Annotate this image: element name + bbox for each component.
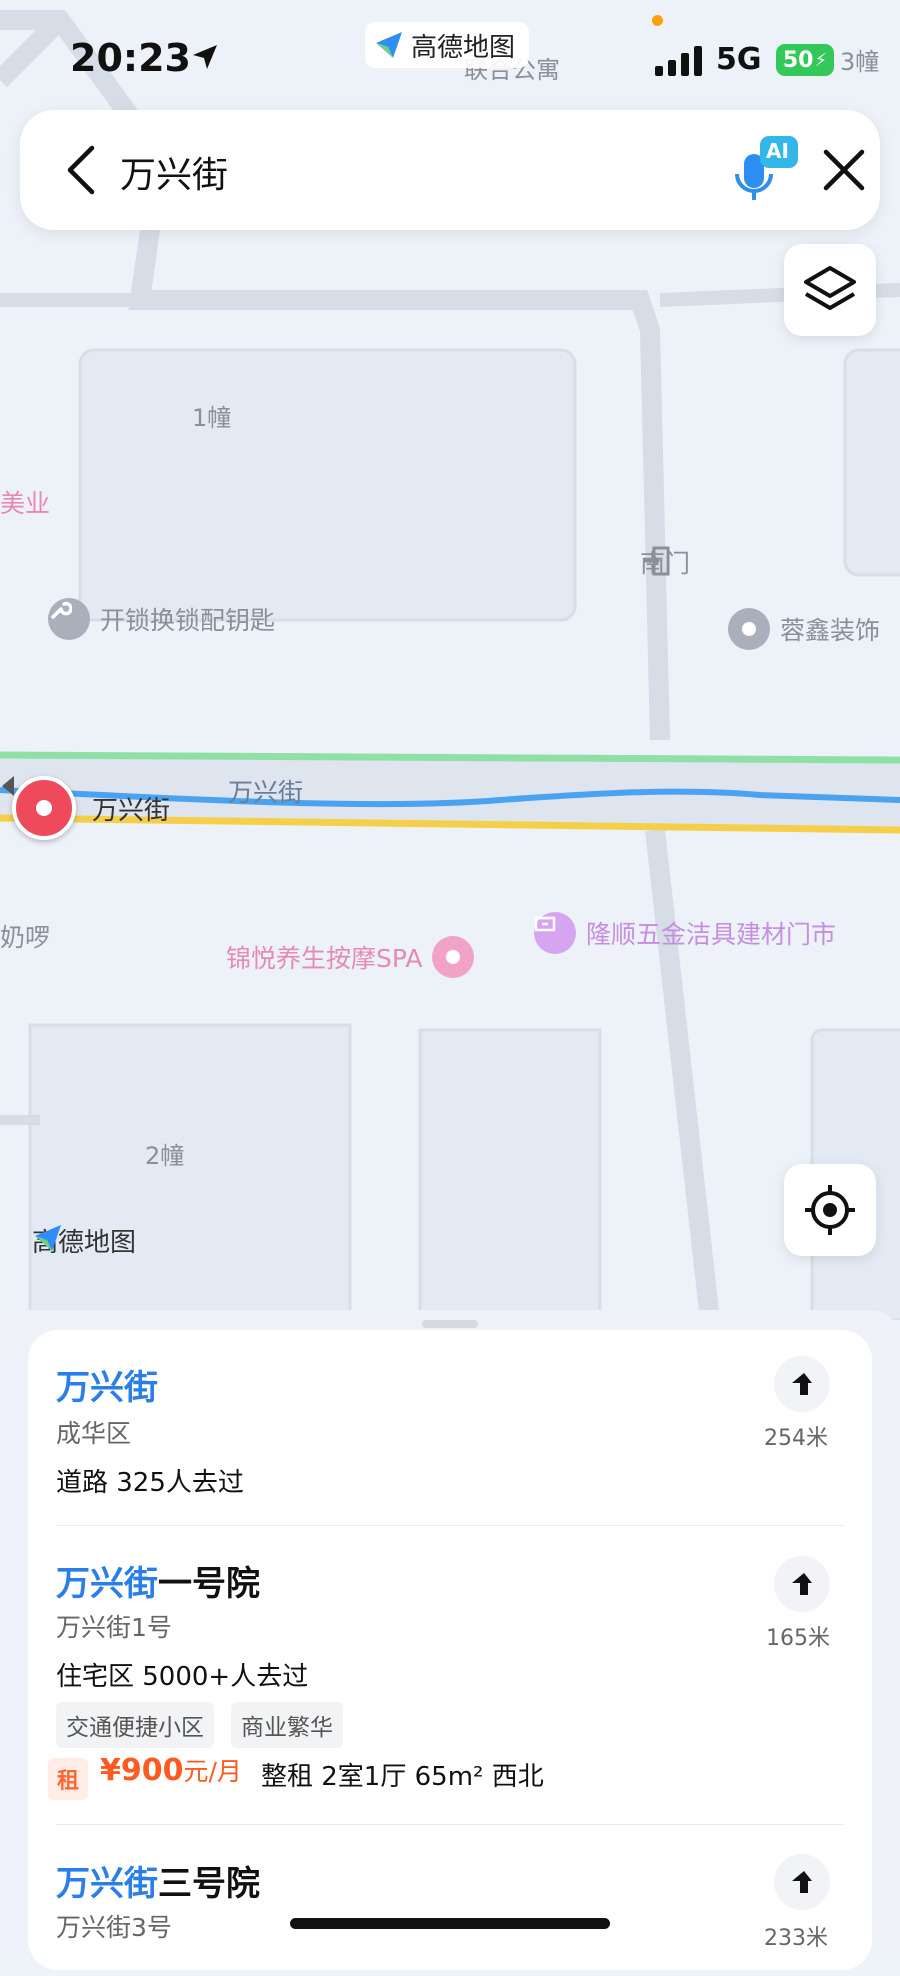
- shop-icon: [534, 912, 576, 954]
- app-indicator-pill[interactable]: 高德地图: [365, 22, 530, 68]
- wrench-icon: [48, 598, 90, 640]
- map-poi-hardware-label: 隆顺五金洁具建材门市: [586, 920, 837, 949]
- map-poi-spa[interactable]: 锦悦养生按摩SPA: [226, 936, 475, 978]
- map-label-building-2: 2幢: [145, 1142, 185, 1170]
- result-meta: 住宅区 5000+人去过: [56, 1662, 309, 1692]
- app-indicator-label: 高德地图: [411, 32, 516, 63]
- divider: [56, 1824, 844, 1825]
- door-icon: [644, 546, 670, 576]
- search-query[interactable]: 万兴街: [120, 146, 228, 198]
- charging-icon: ⚡: [814, 49, 828, 71]
- map-poi-beauty[interactable]: 美业: [0, 484, 50, 520]
- map-poi-decoration[interactable]: 蓉鑫装饰: [728, 608, 880, 650]
- location-pin-icon: [12, 776, 76, 840]
- amap-logo-icon: [376, 32, 402, 58]
- result-title: 万兴街一号院: [56, 1564, 260, 1604]
- result-district: 成华区: [56, 1419, 132, 1448]
- battery-level: 50: [782, 47, 814, 73]
- layers-icon: [804, 266, 856, 310]
- direction-arrow-icon[interactable]: [774, 1356, 830, 1412]
- map-poi-locksmith[interactable]: 开锁换锁配钥匙: [48, 598, 275, 640]
- result-distance: 254米: [764, 1426, 828, 1451]
- map-watermark: 高德地图: [32, 1222, 136, 1259]
- result-item[interactable]: 万兴街 成华区 道路 325人去过 254米: [28, 1330, 872, 1526]
- privacy-indicator: [652, 15, 663, 26]
- map-layers-button[interactable]: [784, 244, 876, 336]
- location-arrow-icon: [193, 45, 217, 69]
- map-poi-spa-label: 锦悦养生按摩SPA: [226, 944, 423, 973]
- poi-dot-icon: [728, 608, 770, 650]
- search-bar[interactable]: 万兴街 AI: [20, 110, 880, 230]
- map-label-building-1: 1幢: [192, 404, 232, 432]
- rent-badge: 租: [48, 1758, 89, 1800]
- map-poi-locksmith-label: 开锁换锁配钥匙: [100, 606, 276, 635]
- ai-badge: AI: [766, 139, 789, 163]
- direction-arrow-icon[interactable]: [774, 1854, 830, 1910]
- rent-price: ¥900元/月: [100, 1753, 242, 1788]
- ai-voice-button[interactable]: AI: [732, 134, 802, 214]
- selected-location-label: 万兴街: [92, 795, 171, 826]
- crosshair-icon: [805, 1185, 855, 1235]
- result-title: 万兴街: [56, 1368, 158, 1408]
- map-poi-milk[interactable]: 奶啰: [0, 918, 50, 954]
- arrow-left-icon: [2, 776, 14, 796]
- direction-arrow-icon[interactable]: [774, 1556, 830, 1612]
- back-icon[interactable]: [64, 144, 98, 196]
- sheet-drag-handle[interactable]: [422, 1320, 478, 1328]
- result-title: 万兴街三号院: [56, 1864, 260, 1904]
- result-item[interactable]: 万兴街三号院 万兴街3号 233米: [28, 1826, 872, 1976]
- result-item[interactable]: 万兴街一号院 万兴街1号 住宅区 5000+人去过 交通便捷小区 商业繁华 租 …: [28, 1526, 872, 1826]
- poi-dot-icon: [432, 936, 475, 978]
- cellular-signal-icon: [655, 46, 702, 76]
- battery-indicator: 50 ⚡: [776, 44, 834, 76]
- result-distance: 233米: [764, 1926, 828, 1951]
- network-type: 5G: [716, 42, 762, 77]
- map-poi-decoration-label: 蓉鑫装饰: [780, 616, 881, 645]
- selected-location-pin[interactable]: 万兴街: [0, 776, 170, 840]
- home-indicator[interactable]: [290, 1918, 610, 1929]
- result-distance: 165米: [766, 1626, 830, 1651]
- map-poi-hardware[interactable]: 隆顺五金洁具建材门市: [534, 912, 836, 954]
- result-address: 万兴街3号: [56, 1913, 172, 1942]
- close-icon[interactable]: [820, 146, 868, 194]
- result-tag: 商业繁华: [231, 1702, 343, 1748]
- status-time: 20:23: [70, 36, 191, 80]
- results-list: 万兴街 成华区 道路 325人去过 254米 万兴街一号院 万兴街1号 住宅区 …: [28, 1330, 872, 1970]
- result-address: 万兴街1号: [56, 1613, 172, 1642]
- my-location-button[interactable]: [784, 1164, 876, 1256]
- rent-description: 整租 2室1厅 65m² 西北: [261, 1762, 544, 1792]
- result-meta: 道路 325人去过: [56, 1468, 244, 1498]
- status-bar: 20:23 高德地图 5G 50 ⚡: [0, 0, 900, 110]
- map-street-label: 万兴街: [228, 778, 304, 807]
- result-tag: 交通便捷小区: [56, 1702, 214, 1748]
- amap-logo-icon: [35, 1225, 61, 1251]
- map-poi-south-gate[interactable]: 南门: [640, 544, 690, 580]
